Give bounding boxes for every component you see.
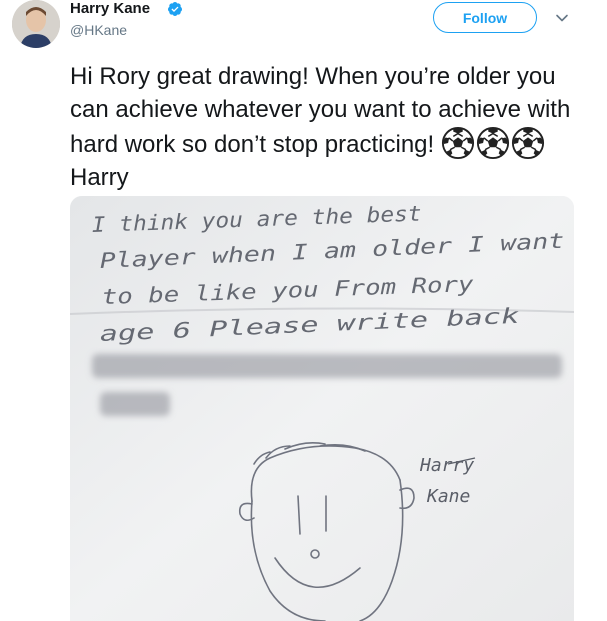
signature-line-1: Harry: [419, 455, 474, 476]
tweet-text: Hi Rory great drawing! When you’re older…: [70, 60, 590, 194]
tweet-text-signoff: Harry: [70, 164, 129, 191]
drawing-photo: I think you are the best Player when I a…: [70, 196, 574, 621]
author-name[interactable]: Harry Kane: [70, 0, 150, 17]
chevron-down-icon[interactable]: [554, 10, 570, 26]
soccer-ball-emoji: [476, 126, 509, 160]
verified-badge-icon: [168, 2, 182, 16]
follow-button[interactable]: Follow: [433, 2, 537, 33]
avatar[interactable]: [12, 0, 60, 48]
signature-line-2: Kane: [426, 486, 470, 507]
soccer-ball-emoji: [511, 126, 544, 160]
author-handle[interactable]: @HKane: [70, 22, 127, 38]
avatar-icon: [12, 0, 60, 48]
tweet-photo[interactable]: I think you are the best Player when I a…: [70, 196, 574, 621]
soccer-ball-emoji: [441, 126, 474, 160]
